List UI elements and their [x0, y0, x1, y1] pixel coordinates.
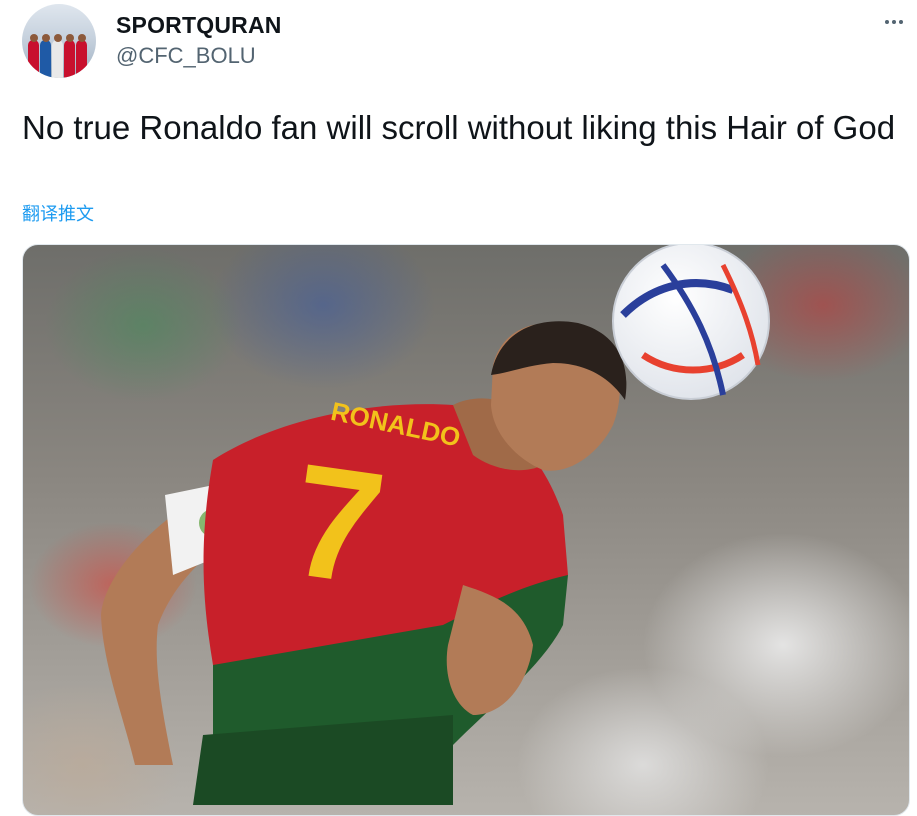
tweet-media-image[interactable]: 7 RONALDO: [22, 244, 910, 816]
display-name[interactable]: SPORTQURAN: [116, 12, 282, 39]
more-options-icon[interactable]: [881, 12, 907, 32]
user-handle[interactable]: @CFC_BOLU: [116, 43, 256, 69]
tweet-text: No true Ronaldo fan will scroll without …: [22, 109, 896, 146]
translate-tweet-link[interactable]: 翻译推文: [22, 200, 94, 226]
avatar[interactable]: [22, 4, 96, 78]
photo-illustration: 7 RONALDO: [101, 245, 770, 805]
